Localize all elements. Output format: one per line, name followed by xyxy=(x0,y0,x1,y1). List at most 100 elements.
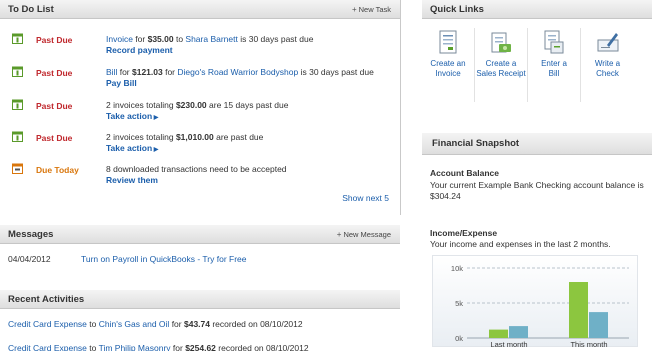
message-date: 04/04/2012 xyxy=(8,254,51,264)
quick-link-label: Bill xyxy=(548,69,560,78)
todo-description: 8 downloaded transactions need to be acc… xyxy=(106,164,396,185)
quick-link-sales-receipt[interactable]: Create a Sales Receipt xyxy=(475,28,528,102)
show-next-link[interactable]: Show next 5 xyxy=(342,193,389,203)
quick-link-check[interactable]: Write a Check xyxy=(581,28,634,102)
account-balance-amount: $304.24 xyxy=(430,191,461,201)
todo-item: Past Due 2 invoices totaling $1,010.00 ar… xyxy=(0,128,400,158)
todo-description: 2 invoices totaling $1,010.00 are past d… xyxy=(106,132,396,155)
messages-panel: Messages + New Message 04/04/2012 Turn o… xyxy=(0,225,400,270)
calendar-icon xyxy=(12,131,23,142)
recent-payee-link[interactable]: Chin's Gas and Oil xyxy=(99,319,170,329)
todo-amount: $121.03 xyxy=(132,67,163,77)
x-tick-label: This month xyxy=(570,340,607,348)
calendar-icon xyxy=(12,66,23,77)
todo-status: Past Due xyxy=(36,68,73,78)
recent-text: recorded on 08/10/2012 xyxy=(215,343,309,351)
quick-links-panel: Quick Links Create an Invoice Create a Sale… xyxy=(422,0,652,104)
todo-description: 2 invoices totaling $230.00 are 15 days … xyxy=(106,100,396,123)
x-tick-label: Last month xyxy=(490,340,527,348)
new-message-link[interactable]: + New Message xyxy=(337,230,391,239)
todo-item: Past Due 2 invoices totaling $230.00 are … xyxy=(0,96,400,126)
quick-links-title: Quick Links xyxy=(430,3,484,15)
check-icon xyxy=(597,33,618,52)
recent-activity-row: Credit Card Expense to Chin's Gas and Oi… xyxy=(8,319,303,329)
todo-action-label: Review them xyxy=(106,175,158,185)
recent-activity-row: Credit Card Expense to Tim Philip Masonr… xyxy=(8,343,309,351)
income-expense-heading: Income/Expense xyxy=(430,228,498,238)
quick-link-label: Check xyxy=(596,69,619,78)
plus-icon: + xyxy=(336,229,342,239)
quick-link-bill[interactable]: Enter a Bill xyxy=(528,28,581,102)
recent-text: to xyxy=(86,343,99,351)
quick-links-list: Create an Invoice Create a Sales Receipt Ent… xyxy=(422,28,652,102)
todo-text-post: is 30 days past due xyxy=(237,34,314,44)
caret-right-icon: ▶ xyxy=(152,147,159,153)
todo-action-link[interactable]: Record payment xyxy=(106,45,396,55)
recent-type-link[interactable]: Credit Card Expense xyxy=(8,343,87,351)
todo-description: Bill for $121.03 for Diego's Road Warrio… xyxy=(106,67,396,88)
todo-amount: $230.00 xyxy=(175,100,207,110)
recent-activities-panel: Recent Activities Credit Card Expense to… xyxy=(0,290,400,351)
todo-action-link[interactable]: Take action ▶ xyxy=(106,111,396,123)
todo-text-mid: for xyxy=(117,67,132,77)
todo-doc-link[interactable]: Bill xyxy=(106,67,117,77)
todo-description: Invoice for $35.00 to Shara Barnett is 3… xyxy=(106,34,396,55)
calendar-icon xyxy=(12,99,23,110)
todo-item: Past Due Invoice for $35.00 to Shara Barn… xyxy=(0,30,400,60)
quick-links-header: Quick Links xyxy=(422,0,652,19)
recent-header: Recent Activities xyxy=(0,290,400,309)
todo-contact-link[interactable]: Diego's Road Warrior Bodyshop xyxy=(177,67,298,77)
todo-panel: To Do List + New Task Past Due Invoice fo… xyxy=(0,0,400,215)
todo-contact-link[interactable]: Shara Barnett xyxy=(185,34,237,44)
todo-action-label: Pay Bill xyxy=(106,78,137,88)
income-expense-chart: 0k 5k 10k Last month This month xyxy=(432,255,638,348)
recent-text: for xyxy=(170,343,186,351)
new-task-label: New Task xyxy=(358,4,391,14)
todo-action-label: Record payment xyxy=(106,45,173,55)
y-tick-label: 10k xyxy=(451,264,463,273)
account-balance-text: Your current Example Bank Checking accou… xyxy=(430,180,644,190)
todo-text-pre: 8 downloaded transactions need to be acc… xyxy=(106,164,287,174)
todo-status: Past Due xyxy=(36,101,73,111)
invoice-icon xyxy=(439,30,457,54)
todo-title: To Do List xyxy=(8,3,54,15)
recent-payee-link[interactable]: Tim Philip Masonry xyxy=(99,343,171,351)
messages-header: Messages + New Message xyxy=(0,225,400,244)
bar xyxy=(569,282,588,338)
todo-item: Due Today 8 downloaded transactions need … xyxy=(0,160,400,190)
messages-title: Messages xyxy=(8,228,54,240)
message-link[interactable]: Turn on Payroll in QuickBooks - Try for … xyxy=(81,254,247,264)
y-tick-label: 5k xyxy=(455,299,463,308)
bill-icon xyxy=(544,30,564,54)
quick-link-label: Invoice xyxy=(435,69,461,78)
todo-text-mid: to xyxy=(173,34,186,44)
todo-status: Due Today xyxy=(36,165,79,175)
income-expense-text: Your income and expenses in the last 2 m… xyxy=(430,239,611,249)
bar xyxy=(509,326,528,338)
account-balance-heading: Account Balance xyxy=(430,168,499,178)
bar xyxy=(489,329,508,338)
todo-text-post: are past due xyxy=(213,132,264,142)
todo-text-post: is 30 days past due xyxy=(298,67,374,77)
quick-link-invoice[interactable]: Create an Invoice xyxy=(422,28,475,102)
new-task-link[interactable]: + New Task xyxy=(352,5,391,14)
caret-right-icon: ▶ xyxy=(152,115,159,121)
recent-type-link[interactable]: Credit Card Expense xyxy=(8,319,87,329)
snapshot-header: Financial Snapshot xyxy=(422,133,652,155)
quick-link-label: Create an xyxy=(430,59,466,68)
recent-text: to xyxy=(86,319,99,329)
todo-action-link[interactable]: Review them xyxy=(106,175,396,185)
quick-link-label: Create a xyxy=(485,59,517,68)
quick-link-label: Sales Receipt xyxy=(476,69,526,78)
todo-text-pre: 2 invoices totaling xyxy=(106,132,176,142)
quick-link-label: Enter a xyxy=(541,59,567,68)
recent-text: for xyxy=(169,319,184,329)
recent-title: Recent Activities xyxy=(8,293,85,305)
todo-doc-link[interactable]: Invoice xyxy=(106,34,133,44)
todo-action-link[interactable]: Take action ▶ xyxy=(106,143,396,155)
recent-amount: $254.62 xyxy=(185,343,216,351)
todo-action-link[interactable]: Pay Bill xyxy=(106,78,396,88)
todo-action-label: Take action xyxy=(106,111,153,121)
todo-amount: $35.00 xyxy=(147,34,174,44)
todo-item: Past Due Bill for $121.03 for Diego's Roa… xyxy=(0,63,400,93)
